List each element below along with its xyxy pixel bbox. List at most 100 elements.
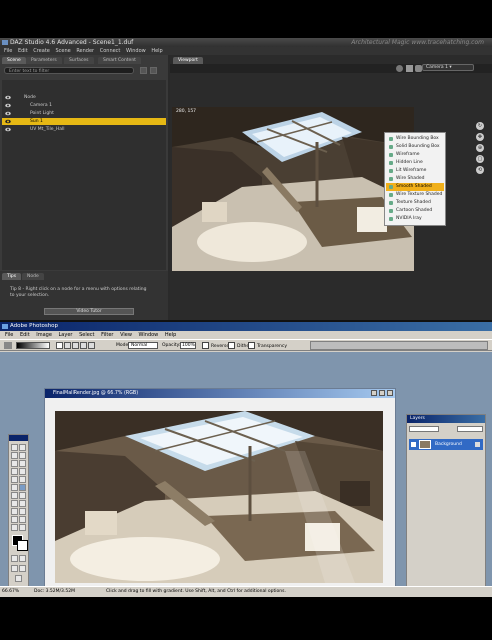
- gradient-tool-icon[interactable]: [19, 484, 26, 491]
- tab-smart-content[interactable]: Smart Content: [98, 57, 141, 64]
- angle-gradient-icon[interactable]: [72, 342, 79, 349]
- eye-icon[interactable]: [5, 95, 11, 100]
- scene-row-sun[interactable]: Sun 1: [2, 118, 166, 125]
- menu-render[interactable]: Render: [76, 48, 94, 54]
- reset-icon[interactable]: ⟲: [476, 166, 484, 174]
- draw-style-icon[interactable]: [406, 65, 413, 72]
- eye-icon[interactable]: [5, 111, 11, 116]
- mode-select[interactable]: Normal: [128, 342, 158, 349]
- add-icon[interactable]: [140, 67, 147, 74]
- menu-connect[interactable]: Connect: [100, 48, 121, 54]
- menu-item-wire-shaded[interactable]: Wire Shaded: [386, 175, 444, 183]
- eye-icon[interactable]: [5, 103, 11, 108]
- ps-menu-layer[interactable]: Layer: [59, 332, 73, 338]
- tab-tips[interactable]: Tips: [2, 273, 22, 280]
- pen-tool-icon[interactable]: [11, 508, 18, 515]
- transparency-checkbox[interactable]: Transparency: [248, 342, 287, 350]
- diamond-gradient-icon[interactable]: [88, 342, 95, 349]
- menu-create[interactable]: Create: [33, 48, 50, 54]
- zoom-tool-icon[interactable]: [19, 524, 26, 531]
- maximize-icon[interactable]: [379, 390, 385, 396]
- history-brush-tool-icon[interactable]: [19, 476, 26, 483]
- quick-mask-icon[interactable]: [19, 555, 26, 562]
- slice-tool-icon[interactable]: [19, 460, 26, 467]
- reverse-checkbox[interactable]: Reverse: [202, 342, 229, 350]
- move-tool-icon[interactable]: [19, 444, 26, 451]
- menu-item-texture-shaded[interactable]: Texture Shaded: [386, 199, 444, 207]
- gradient-tool-icon[interactable]: [4, 342, 12, 349]
- hand-tool-icon[interactable]: [11, 524, 18, 531]
- eraser-tool-icon[interactable]: [11, 484, 18, 491]
- linear-gradient-icon[interactable]: [56, 342, 63, 349]
- eyedropper-tool-icon[interactable]: [19, 516, 26, 523]
- menu-file[interactable]: File: [4, 48, 12, 54]
- options-icon[interactable]: [150, 67, 157, 74]
- ps-menu-file[interactable]: File: [5, 332, 13, 338]
- screen-mode-icon[interactable]: [11, 565, 18, 572]
- menu-item-wire-texture-shaded[interactable]: Wire Texture Shaded: [386, 191, 444, 199]
- healing-tool-icon[interactable]: [11, 468, 18, 475]
- aux-icon[interactable]: [415, 65, 422, 72]
- menu-item-smooth-shaded[interactable]: Smooth Shaded: [386, 183, 444, 191]
- eye-icon[interactable]: [5, 119, 11, 124]
- ps-menu-edit[interactable]: Edit: [20, 332, 30, 338]
- close-icon[interactable]: [387, 390, 393, 396]
- viewport-render[interactable]: [172, 107, 414, 271]
- menu-window[interactable]: Window: [126, 48, 146, 54]
- ps-menu-help[interactable]: Help: [165, 332, 176, 338]
- scene-row-node[interactable]: Node: [2, 94, 166, 101]
- crop-tool-icon[interactable]: [11, 460, 18, 467]
- document-canvas[interactable]: [55, 411, 383, 583]
- tab-viewport[interactable]: Viewport: [173, 57, 203, 64]
- video-tutor-button[interactable]: Video Tutor: [44, 308, 134, 315]
- pan-icon[interactable]: ✥: [476, 133, 484, 141]
- menu-edit[interactable]: Edit: [18, 48, 28, 54]
- frame-icon[interactable]: ▢: [476, 155, 484, 163]
- rotate-icon[interactable]: ↻: [476, 122, 484, 130]
- menu-help[interactable]: Help: [151, 48, 162, 54]
- menu-item-nvidia-iray[interactable]: NVIDIA Iray: [386, 215, 444, 223]
- camera-icon[interactable]: [396, 65, 403, 72]
- radial-gradient-icon[interactable]: [64, 342, 71, 349]
- menu-item-lit-wireframe[interactable]: Lit Wireframe: [386, 167, 444, 175]
- menu-item-wire-bounding-box[interactable]: Wire Bounding Box: [386, 135, 444, 143]
- eye-icon[interactable]: [5, 127, 11, 132]
- stamp-tool-icon[interactable]: [11, 476, 18, 483]
- ps-menu-image[interactable]: Image: [36, 332, 52, 338]
- menu-scene[interactable]: Scene: [55, 48, 70, 54]
- reflected-gradient-icon[interactable]: [80, 342, 87, 349]
- background-color-swatch[interactable]: [17, 540, 28, 551]
- lasso-tool-icon[interactable]: [11, 452, 18, 459]
- tab-surfaces[interactable]: Surfaces: [64, 57, 94, 64]
- notes-tool-icon[interactable]: [11, 516, 18, 523]
- scene-row-camera[interactable]: Camera 1: [2, 102, 166, 109]
- standard-mode-icon[interactable]: [11, 555, 18, 562]
- palette-well[interactable]: [310, 341, 488, 350]
- shape-tool-icon[interactable]: [19, 508, 26, 515]
- tab-parameters[interactable]: Parameters: [26, 57, 62, 64]
- marquee-tool-icon[interactable]: [11, 444, 18, 451]
- camera-select[interactable]: Camera 1 ▾: [422, 64, 474, 71]
- menu-item-solid-bounding-box[interactable]: Solid Bounding Box: [386, 143, 444, 151]
- ps-menu-window[interactable]: Window: [139, 332, 159, 338]
- tab-node[interactable]: Node: [22, 273, 44, 280]
- scene-search-input[interactable]: Enter text to filter: [4, 67, 134, 74]
- brush-tool-icon[interactable]: [19, 468, 26, 475]
- gradient-picker[interactable]: [16, 342, 50, 349]
- menu-item-cartoon-shaded[interactable]: Cartoon Shaded: [386, 207, 444, 215]
- layer-row-background[interactable]: Background: [409, 439, 483, 450]
- magic-wand-tool-icon[interactable]: [19, 452, 26, 459]
- path-tool-icon[interactable]: [11, 500, 18, 507]
- tab-scene[interactable]: Scene: [2, 57, 26, 64]
- menu-item-hidden-line[interactable]: Hidden Line: [386, 159, 444, 167]
- menu-item-wireframe[interactable]: Wireframe: [386, 151, 444, 159]
- blur-tool-icon[interactable]: [11, 492, 18, 499]
- ps-menu-filter[interactable]: Filter: [101, 332, 113, 338]
- jump-to-imageready-icon[interactable]: [15, 575, 22, 582]
- dodge-tool-icon[interactable]: [19, 492, 26, 499]
- opacity-input[interactable]: 100%: [180, 342, 196, 349]
- scene-row-point-light[interactable]: Point Light: [2, 110, 166, 117]
- layer-opacity-input[interactable]: [457, 426, 483, 432]
- scene-row-uv-tile-hall[interactable]: UV Mt_Tile_Hall: [2, 126, 166, 133]
- eye-icon[interactable]: [411, 442, 416, 447]
